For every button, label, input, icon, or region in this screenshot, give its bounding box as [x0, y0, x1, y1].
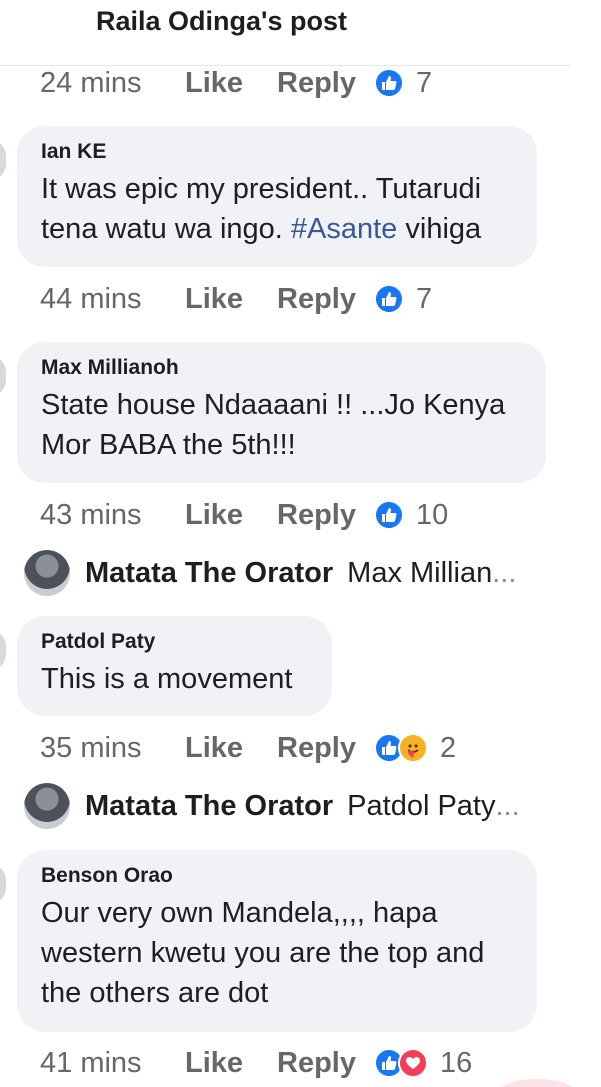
comment-line: Our very own Mandela,,,, hapa — [41, 897, 438, 929]
avatar[interactable] — [0, 140, 6, 180]
comment-line: the others are dot — [41, 977, 269, 1009]
reaction-count: 7 — [416, 282, 433, 315]
reply-author[interactable]: Matata The Orator — [85, 790, 333, 823]
reaction-summary[interactable]: 7 — [374, 283, 432, 316]
commenter-name[interactable]: Max Millianoh — [41, 355, 522, 381]
reaction-count: 10 — [416, 498, 449, 531]
comment-actions: 43 mins Like Reply 10 — [40, 495, 448, 535]
care-icon — [398, 733, 428, 763]
like-icon — [374, 284, 404, 314]
reaction-count: 16 — [440, 1046, 473, 1079]
reply-preview[interactable]: Matata The Orator Max Millian... — [24, 550, 516, 596]
commenter-name[interactable]: Patdol Paty — [41, 629, 308, 655]
reaction-count: 2 — [440, 731, 457, 764]
comment-bubble: Benson Orao Our very own Mandela,,,, hap… — [17, 850, 537, 1032]
comment-bubble: Max Millianoh State house Ndaaaani !! ..… — [17, 342, 546, 483]
reaction-summary[interactable]: 10 — [374, 499, 448, 532]
avatar[interactable] — [0, 864, 6, 904]
like-button[interactable]: Like — [185, 1047, 277, 1080]
like-icon — [374, 68, 404, 98]
comment-bubble: Ian KE It was epic my president.. Tutaru… — [17, 126, 537, 267]
like-button[interactable]: Like — [185, 732, 277, 765]
comment-text: It was epic my president.. Tutarudi tena… — [41, 169, 513, 249]
avatar[interactable] — [24, 783, 70, 829]
reply-button[interactable]: Reply — [277, 499, 374, 532]
page-title: Raila Odinga's post — [96, 6, 347, 36]
avatar[interactable] — [24, 550, 70, 596]
reply-text: Patdol Paty — [347, 789, 496, 822]
post-header: Raila Odinga's post — [0, 0, 570, 66]
avatar[interactable] — [0, 356, 6, 396]
comment-time[interactable]: 43 mins — [40, 499, 185, 532]
comment-line: State house Ndaaaani !! ...Jo Kenya — [41, 389, 506, 421]
reply-ellipsis: ... — [495, 789, 520, 822]
comment-text: State house Ndaaaani !! ...Jo Kenya Mor … — [41, 385, 522, 465]
comment-actions: 24 mins Like Reply 7 — [40, 63, 432, 103]
comment-actions: 41 mins Like Reply 16 — [40, 1043, 472, 1083]
commenter-name[interactable]: Benson Orao — [41, 863, 513, 889]
comment-line: Mor BABA the 5th!!! — [41, 429, 296, 461]
like-icon — [374, 500, 404, 530]
reply-button[interactable]: Reply — [277, 1047, 374, 1080]
avatar[interactable] — [0, 630, 6, 670]
comment-bubble: Patdol Paty This is a movement — [17, 616, 332, 716]
like-button[interactable]: Like — [185, 499, 277, 532]
floating-button-edge — [497, 1079, 577, 1087]
reply-button[interactable]: Reply — [277, 283, 374, 316]
hashtag-link[interactable]: #Asante — [291, 213, 397, 245]
reply-preview[interactable]: Matata The Orator Patdol Paty... — [24, 783, 520, 829]
comment-actions: 44 mins Like Reply 7 — [40, 279, 432, 319]
reply-text: Max Millian — [347, 556, 493, 589]
reply-button[interactable]: Reply — [277, 67, 374, 100]
reply-ellipsis: ... — [492, 556, 517, 589]
reaction-count: 7 — [416, 66, 433, 99]
reaction-summary[interactable]: 16 — [374, 1047, 472, 1080]
love-icon — [398, 1048, 428, 1078]
reaction-summary[interactable]: 7 — [374, 67, 432, 100]
comment-line: tena watu wa ingo. #Asante vihiga — [41, 209, 513, 249]
comment-time[interactable]: 41 mins — [40, 1047, 185, 1080]
reply-button[interactable]: Reply — [277, 732, 374, 765]
like-button[interactable]: Like — [185, 67, 277, 100]
reaction-summary[interactable]: 2 — [374, 732, 456, 765]
reply-author[interactable]: Matata The Orator — [85, 557, 333, 590]
comment-time[interactable]: 44 mins — [40, 283, 185, 316]
comment-line: It was epic my president.. Tutarudi — [41, 173, 482, 205]
comment-text: This is a movement — [41, 659, 308, 699]
comment-line: This is a movement — [41, 663, 293, 695]
comment-time[interactable]: 24 mins — [40, 67, 185, 100]
comment-line: western kwetu you are the top and — [41, 937, 485, 969]
commenter-name[interactable]: Ian KE — [41, 139, 513, 165]
comment-text: Our very own Mandela,,,, hapa western kw… — [41, 893, 513, 1013]
like-button[interactable]: Like — [185, 283, 277, 316]
comment-actions: 35 mins Like Reply 2 — [40, 728, 456, 768]
comment-time[interactable]: 35 mins — [40, 732, 185, 765]
comment-text-segment: vihiga — [397, 213, 482, 245]
comment-text-segment: tena watu wa ingo. — [41, 213, 291, 245]
